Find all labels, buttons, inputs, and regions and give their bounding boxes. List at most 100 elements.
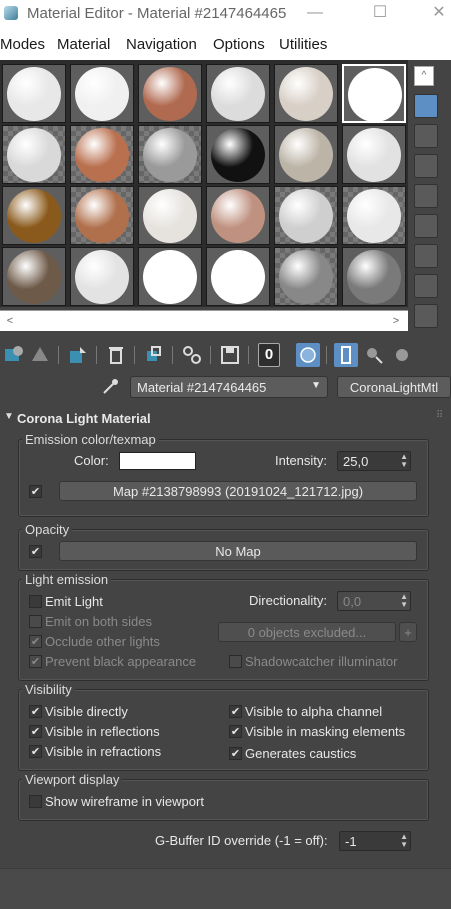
- background-button[interactable]: [414, 154, 438, 178]
- menu-navigation[interactable]: Navigation: [126, 36, 197, 53]
- menu-options[interactable]: Options: [213, 36, 265, 53]
- material-sphere-preview: [211, 128, 265, 182]
- visibility-group-title: Visibility: [22, 682, 75, 697]
- generates-caustics-checkbox[interactable]: ✔: [229, 747, 242, 760]
- go-to-parent-icon[interactable]: [362, 343, 386, 367]
- maximize-button[interactable]: ☐: [365, 2, 395, 24]
- sample-type-button[interactable]: [414, 94, 438, 118]
- sample-slot[interactable]: [342, 186, 406, 245]
- sample-slot[interactable]: [2, 247, 66, 306]
- minimize-button[interactable]: —: [300, 2, 330, 24]
- emission-color-swatch[interactable]: [119, 452, 196, 470]
- emit-light-checkbox[interactable]: [29, 595, 42, 608]
- add-excluded-button[interactable]: +: [399, 622, 417, 642]
- emission-map-button[interactable]: Map #2138798993 (20191024_121712.jpg): [59, 481, 417, 501]
- sample-slot[interactable]: [2, 186, 66, 245]
- backlight-button[interactable]: [414, 124, 438, 148]
- get-material-icon[interactable]: [2, 343, 26, 367]
- select-by-material-button[interactable]: [414, 304, 438, 328]
- material-id-channel[interactable]: 0: [258, 343, 280, 367]
- sample-slot[interactable]: [342, 64, 406, 123]
- sample-slot[interactable]: [70, 247, 134, 306]
- material-sphere-preview: [347, 128, 401, 182]
- separator: [210, 346, 211, 364]
- sample-slot[interactable]: [206, 64, 270, 123]
- intensity-value: 25,0: [343, 454, 369, 469]
- menu-utilities[interactable]: Utilities: [279, 36, 327, 53]
- rollout-header[interactable]: ▼ Corona Light Material ⠿: [0, 408, 451, 430]
- scroll-up-button[interactable]: ^: [414, 66, 434, 86]
- uv-tiling-button[interactable]: [414, 184, 438, 208]
- assign-to-selection-icon[interactable]: [66, 343, 90, 367]
- menu-modes[interactable]: Modes: [0, 36, 45, 53]
- visible-refractions-checkbox[interactable]: ✔: [29, 745, 42, 758]
- put-to-library-icon[interactable]: [180, 343, 204, 367]
- horizontal-scrollbar[interactable]: < >: [0, 310, 408, 331]
- sample-slot[interactable]: [138, 125, 202, 184]
- sample-slot[interactable]: [274, 186, 338, 245]
- opacity-map-checkbox[interactable]: ✔: [29, 545, 42, 558]
- sample-slot[interactable]: [138, 247, 202, 306]
- material-name-dropdown[interactable]: Material #2147464465 ▼: [130, 376, 328, 398]
- show-end-result-icon[interactable]: [334, 343, 358, 367]
- sample-slot[interactable]: [274, 125, 338, 184]
- sample-slot-grid: [0, 60, 408, 307]
- sample-slot[interactable]: [206, 247, 270, 306]
- visible-alpha-checkbox[interactable]: ✔: [229, 705, 242, 718]
- directionality-label: Directionality:: [249, 593, 328, 608]
- visible-masking-checkbox[interactable]: ✔: [229, 725, 242, 738]
- opacity-map-button[interactable]: No Map: [59, 541, 417, 561]
- occlude-lights-checkbox[interactable]: ✔: [29, 635, 42, 648]
- material-sphere-preview: [347, 250, 401, 304]
- visible-reflections-checkbox[interactable]: ✔: [29, 725, 42, 738]
- sample-slot[interactable]: [138, 186, 202, 245]
- visible-refractions-label: Visible in refractions: [45, 744, 162, 759]
- scroll-right-button[interactable]: >: [388, 313, 404, 329]
- spinner-arrows-icon: ▲ ▼: [400, 452, 408, 469]
- sample-slot[interactable]: [274, 64, 338, 123]
- options-button[interactable]: [414, 274, 438, 298]
- sample-slot[interactable]: [70, 125, 134, 184]
- sample-slot[interactable]: [206, 186, 270, 245]
- show-shaded-material-icon[interactable]: [296, 343, 320, 367]
- put-to-scene-icon[interactable]: [28, 343, 52, 367]
- show-wireframe-checkbox[interactable]: [29, 795, 42, 808]
- shadowcatcher-checkbox[interactable]: [229, 655, 242, 668]
- material-sphere-preview: [7, 67, 61, 121]
- objects-excluded-button[interactable]: 0 objects excluded...: [218, 622, 396, 642]
- material-sphere-preview: [211, 250, 265, 304]
- menu-material[interactable]: Material: [57, 36, 110, 53]
- sample-slot[interactable]: [342, 125, 406, 184]
- emit-both-sides-checkbox[interactable]: [29, 615, 42, 628]
- gbuffer-spinner[interactable]: -1 ▲ ▼: [339, 831, 411, 851]
- save-to-library-icon[interactable]: [218, 343, 242, 367]
- eyedropper-icon[interactable]: [100, 377, 120, 397]
- visible-directly-checkbox[interactable]: ✔: [29, 705, 42, 718]
- prevent-black-checkbox[interactable]: ✔: [29, 655, 42, 668]
- go-forward-sibling-icon[interactable]: [390, 343, 414, 367]
- reset-map-trash-icon[interactable]: [104, 343, 128, 367]
- sample-slot[interactable]: [70, 64, 134, 123]
- sample-slot[interactable]: [138, 64, 202, 123]
- window-title: Material Editor - Material #2147464465: [27, 5, 287, 22]
- spinner-arrows-icon: ▲ ▼: [400, 832, 408, 849]
- sample-slot[interactable]: [70, 186, 134, 245]
- directionality-spinner[interactable]: 0,0 ▲ ▼: [337, 591, 411, 611]
- sample-slot[interactable]: [342, 247, 406, 306]
- bottom-toolbar: 0: [0, 338, 451, 372]
- intensity-spinner[interactable]: 25,0 ▲ ▼: [337, 451, 411, 471]
- make-unique-icon[interactable]: [142, 343, 166, 367]
- rollout-title: Corona Light Material: [17, 411, 151, 426]
- video-color-check-button[interactable]: [414, 214, 438, 238]
- emission-map-checkbox[interactable]: ✔: [29, 485, 42, 498]
- sample-slot[interactable]: [2, 64, 66, 123]
- sample-slot[interactable]: [206, 125, 270, 184]
- material-sphere-preview: [279, 250, 333, 304]
- make-preview-button[interactable]: [414, 244, 438, 268]
- scroll-left-button[interactable]: <: [2, 313, 18, 329]
- sample-slot[interactable]: [274, 247, 338, 306]
- sample-slot[interactable]: [2, 125, 66, 184]
- material-type-button[interactable]: CoronaLightMtl: [337, 376, 451, 398]
- material-sphere-preview: [143, 128, 197, 182]
- close-button[interactable]: ✕: [424, 2, 451, 24]
